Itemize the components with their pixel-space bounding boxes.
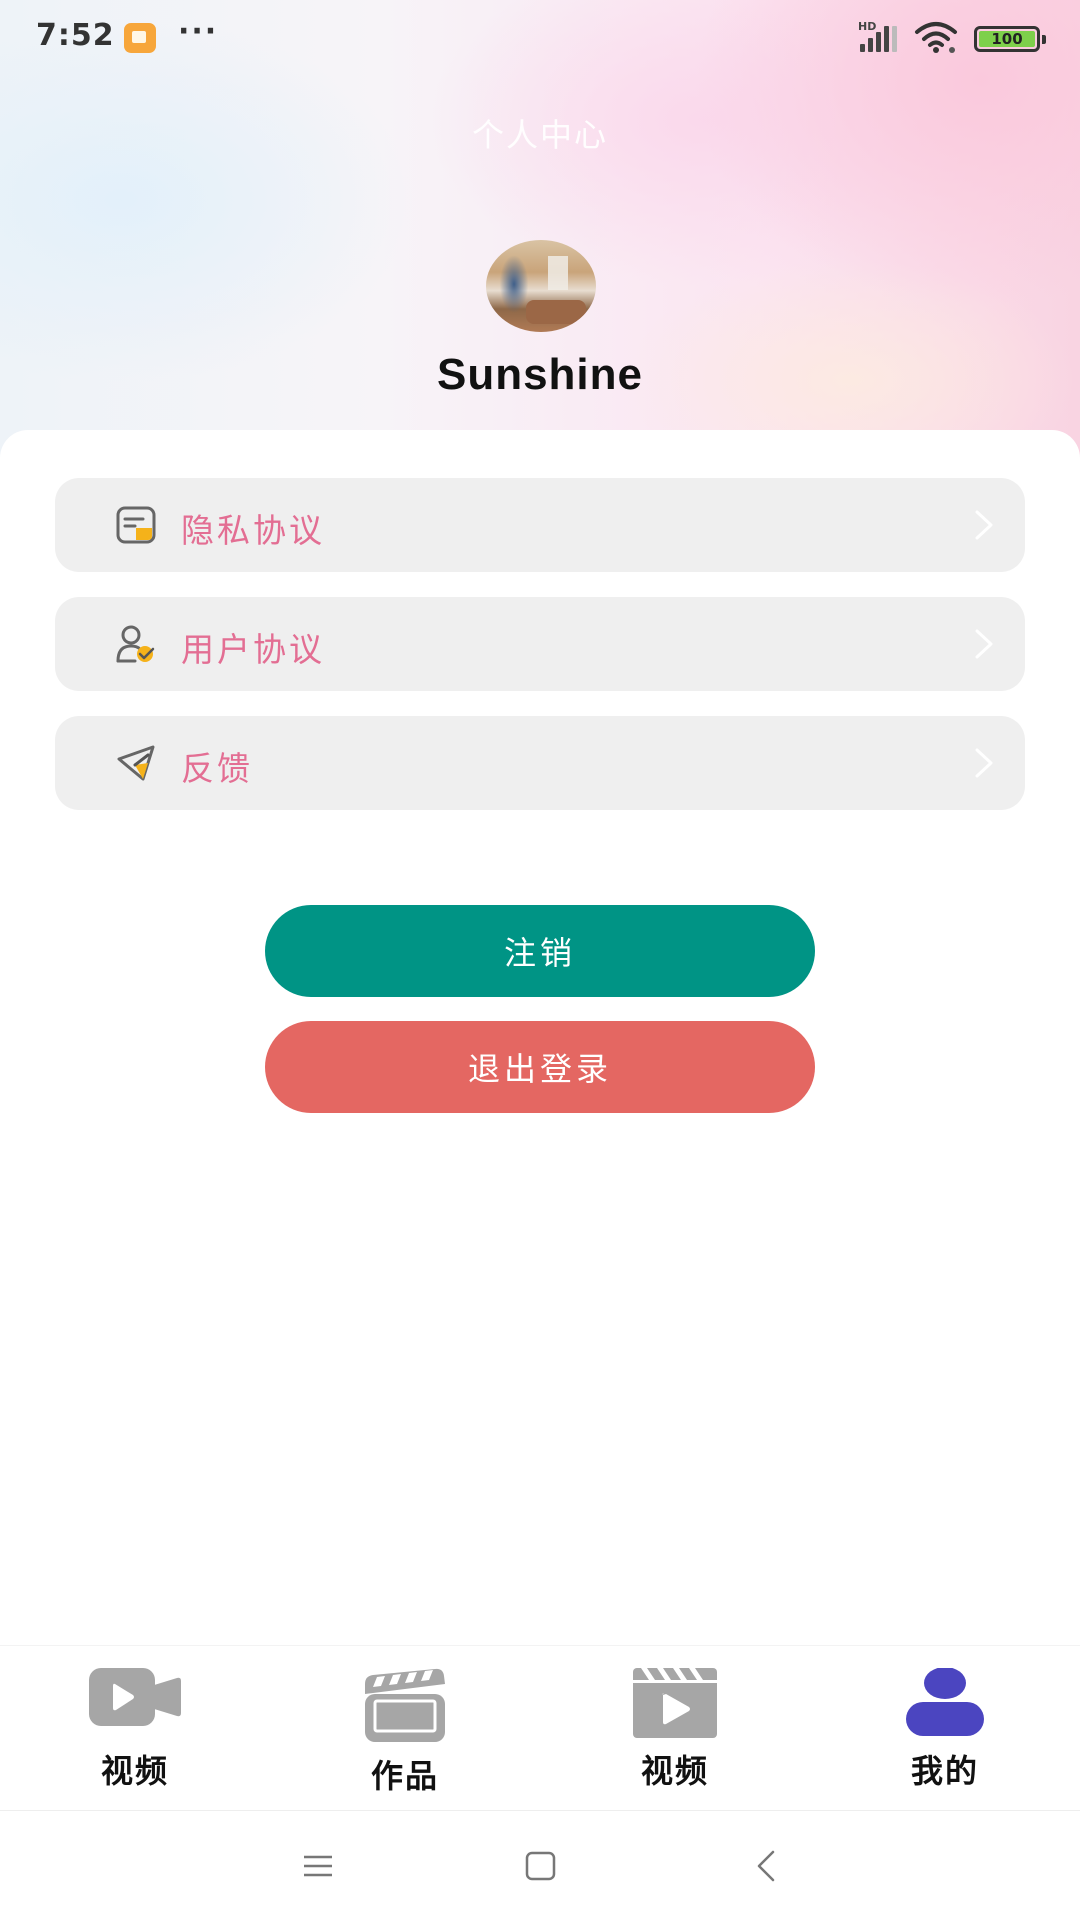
video-camera-icon (89, 1668, 181, 1726)
cellular-signal-icon: HD (858, 20, 900, 52)
menu-item-label: 隐私协议 (181, 511, 325, 550)
user-name: Sunshine (436, 350, 644, 399)
user-check-icon (116, 625, 155, 663)
chevron-right-icon (975, 748, 993, 778)
notification-icon (124, 23, 156, 53)
chevron-right-icon (975, 510, 993, 540)
avatar[interactable] (486, 240, 596, 332)
nav-tab-mine[interactable]: 我的 (810, 1646, 1080, 1811)
status-time: 7:52 (36, 18, 115, 53)
menu-item-privacy-policy[interactable]: 隐私协议 (55, 478, 1025, 572)
nav-tab-label: 作品 (370, 1757, 439, 1795)
nav-tab-works[interactable]: 作品 (270, 1646, 540, 1811)
nav-tab-label: 视频 (100, 1752, 169, 1790)
bottom-nav: 视频 作品 视频 我的 (0, 1645, 1080, 1810)
page-title: 个人中心 (471, 116, 608, 154)
battery-icon: 100 (974, 26, 1046, 52)
menu-item-feedback[interactable]: 反馈 (55, 716, 1025, 810)
paper-plane-icon (117, 745, 155, 781)
wifi-icon (915, 22, 957, 53)
back-icon[interactable] (743, 1841, 793, 1891)
video-play-icon (633, 1668, 717, 1738)
home-icon[interactable] (515, 1841, 565, 1891)
person-icon (906, 1668, 984, 1736)
cancel-account-button[interactable]: 注销 (265, 905, 815, 997)
nav-tab-video[interactable]: 视频 (0, 1646, 270, 1811)
status-bar: 7:52 ··· HD 100 (0, 0, 1080, 78)
system-nav-bar (0, 1810, 1080, 1920)
menu-item-label: 用户协议 (181, 630, 325, 669)
menu-icon[interactable] (292, 1841, 342, 1891)
nav-tab-video-2[interactable]: 视频 (540, 1646, 810, 1811)
document-icon (116, 506, 156, 544)
network-type-label: HD (858, 20, 877, 33)
more-notifications-icon: ··· (178, 14, 219, 49)
menu-item-user-agreement[interactable]: 用户协议 (55, 597, 1025, 691)
battery-level: 100 (979, 30, 1035, 48)
clapperboard-icon (365, 1668, 445, 1742)
logout-button[interactable]: 退出登录 (265, 1021, 815, 1113)
menu-item-label: 反馈 (181, 749, 253, 788)
chevron-right-icon (975, 629, 993, 659)
nav-tab-label: 我的 (910, 1752, 979, 1790)
nav-tab-label: 视频 (640, 1752, 709, 1790)
